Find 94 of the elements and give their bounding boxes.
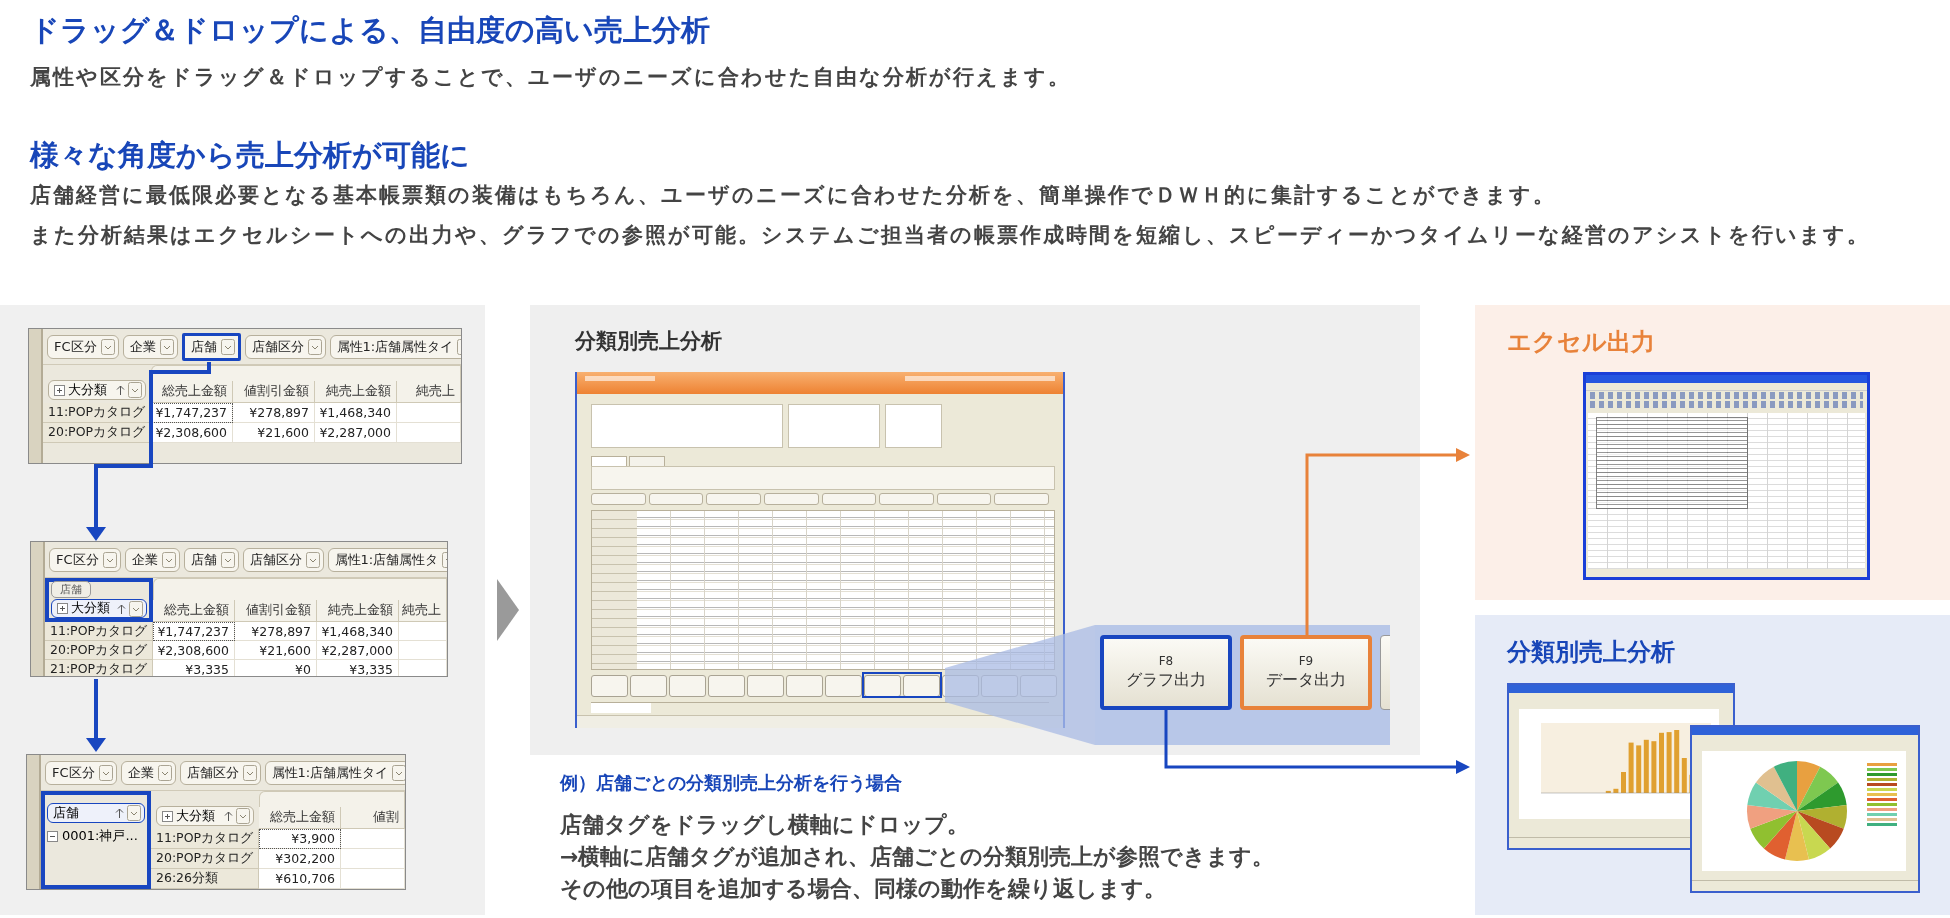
panel-title: 分類別売上分析 [1507,637,1676,667]
dropdown-icon[interactable] [392,764,405,781]
field-tag[interactable]: FC区分 [45,760,117,785]
row-header-cell: 20:POPカタログ [45,641,153,660]
table-cell: ¥302,200 [259,849,341,869]
field-tag[interactable]: 店舗 [47,803,145,823]
field-tag[interactable]: 大分類 [48,380,146,400]
row-header-cell: 11:POPカタログ [151,829,259,849]
column-header: 値割引金額 [235,600,317,622]
dropdown-icon[interactable] [305,551,320,568]
column-header: 純売上金額 [317,600,399,622]
dropdown-icon[interactable] [236,808,250,824]
dropdown-icon[interactable] [220,551,235,568]
function-key-button[interactable]: F8 グラフ出力 [1100,635,1232,710]
field-tag[interactable]: 店舗区分 [242,547,324,572]
example-text: 店舗タグをドラッグし横軸にドロップ。 [560,811,970,839]
expand-icon[interactable] [57,603,68,614]
table-cell: ¥21,600 [235,641,317,660]
field-tag[interactable]: 店舗 [181,332,241,361]
column-header: 総売上金額 [153,600,235,622]
table-cell: ¥278,897 [235,622,317,641]
dropdown-icon[interactable] [159,338,174,355]
panel-title: エクセル出力 [1507,327,1656,357]
field-tag[interactable]: 店舗 [183,547,239,572]
example-text: その他の項目を追加する場合、同様の動作を繰り返します。 [560,875,1167,903]
row-header-cell: 26:26分類 [151,869,259,889]
field-tag[interactable]: 企業 [122,334,178,359]
dropdown-icon[interactable] [220,338,235,355]
section-heading: 様々な角度から売上分析が可能に [30,137,471,173]
field-tag[interactable]: 属性1:店舗属性タ [327,547,447,572]
sort-ascending-icon[interactable] [224,811,233,821]
field-tag[interactable]: 大分類 [51,599,147,618]
dropdown-icon[interactable] [157,764,172,781]
column-header: 値割 [341,807,405,829]
field-tag[interactable]: 店舗区分 [244,334,326,359]
field-tag[interactable]: 属性1:店舗属性タイ [329,334,461,359]
dropdown-icon[interactable] [307,338,322,355]
collapse-icon[interactable] [47,830,58,842]
dropdown-icon[interactable] [100,338,115,355]
table-cell: ¥3,335 [153,660,235,676]
sort-ascending-icon[interactable] [116,385,125,395]
table-cell: ¥2,308,600 [153,641,235,660]
dropdown-icon[interactable] [102,551,117,568]
table-cell: ¥1,747,237 [153,622,235,641]
row-header-cell: 20:POPカタログ [43,423,151,443]
function-key-button[interactable]: F9 データ出力 [1240,635,1372,710]
table-cell: ¥2,287,000 [317,641,399,660]
column-header: 純売上金額 [315,381,397,403]
table-cell: ¥1,468,340 [315,403,397,423]
column-header: 総売上金額 [259,807,341,829]
sort-ascending-icon[interactable] [115,808,124,818]
sort-ascending-icon[interactable] [117,603,126,614]
column-header: 値割引金額 [233,381,315,403]
column-header: 総売上金額 [151,381,233,403]
dropdown-icon[interactable] [161,551,176,568]
field-tag[interactable]: FC区分 [47,334,119,359]
table-cell: ¥2,287,000 [315,423,397,443]
dropdown-icon[interactable] [129,600,143,617]
field-tag[interactable]: 企業 [120,760,176,785]
field-tag[interactable]: 店舗区分 [179,760,261,785]
table-cell: ¥2,308,600 [151,423,233,443]
table-cell: ¥1,468,340 [317,622,399,641]
section-heading: ドラッグ＆ドロップによる、自由度の高い売上分析 [30,12,711,48]
section-text: 店舗経営に最低限必要となる基本帳票類の装備はもちろん、ユーザのニーズに合わせた分析を、簡単操作でＤＷＨ的に集計することができます。 [30,182,1557,209]
field-tag[interactable]: 属性1:店舗属性タイ [264,760,405,785]
table-cell: ¥3,335 [317,660,399,676]
example-text: →横軸に店舗タグが追加され、店舗ごとの分類別売上が参照できます。 [560,843,1276,871]
expand-icon[interactable] [162,810,173,822]
dropdown-icon[interactable] [98,764,113,781]
row-header-cell[interactable]: 0001:神戸... [47,827,145,845]
table-cell: ¥3,900 [259,829,341,849]
table-cell: ¥21,600 [233,423,315,443]
example-caption: 例）店舗ごとの分類別売上分析を行う場合 [560,771,903,795]
section-text: 属性や区分をドラッグ＆ドロップすることで、ユーザのニーズに合わせた自由な分析が行えます。 [30,64,1072,91]
table-cell: ¥610,706 [259,869,341,889]
row-header-cell: 11:POPカタログ [43,403,151,423]
dropdown-icon[interactable] [127,805,141,821]
dragged-field-tag[interactable]: 店舗 [51,581,91,598]
table-cell: ¥278,897 [233,403,315,423]
column-header: 純売上 [399,600,447,622]
table-cell: ¥0 [235,660,317,676]
dropdown-icon[interactable] [242,764,257,781]
dropdown-icon[interactable] [128,382,142,398]
field-tag[interactable]: 企業 [124,547,180,572]
section-text: また分析結果はエクセルシートへの出力や、グラフでの参照が可能。システムご担当者の帳票作成時間を短縮し、スピーディーかつタイムリーな経営のアシストを行います。 [30,222,1871,249]
field-tag[interactable]: FC区分 [49,547,121,572]
row-header-cell: 20:POPカタログ [151,849,259,869]
column-header: 純売上 [397,381,461,403]
panel-title: 分類別売上分析 [575,328,723,355]
field-tag[interactable]: 大分類 [156,806,254,826]
table-cell: ¥1,747,237 [151,403,233,423]
expand-icon[interactable] [54,384,65,396]
triangle-right-icon [496,579,519,641]
row-header-cell: 11:POPカタログ [45,622,153,641]
